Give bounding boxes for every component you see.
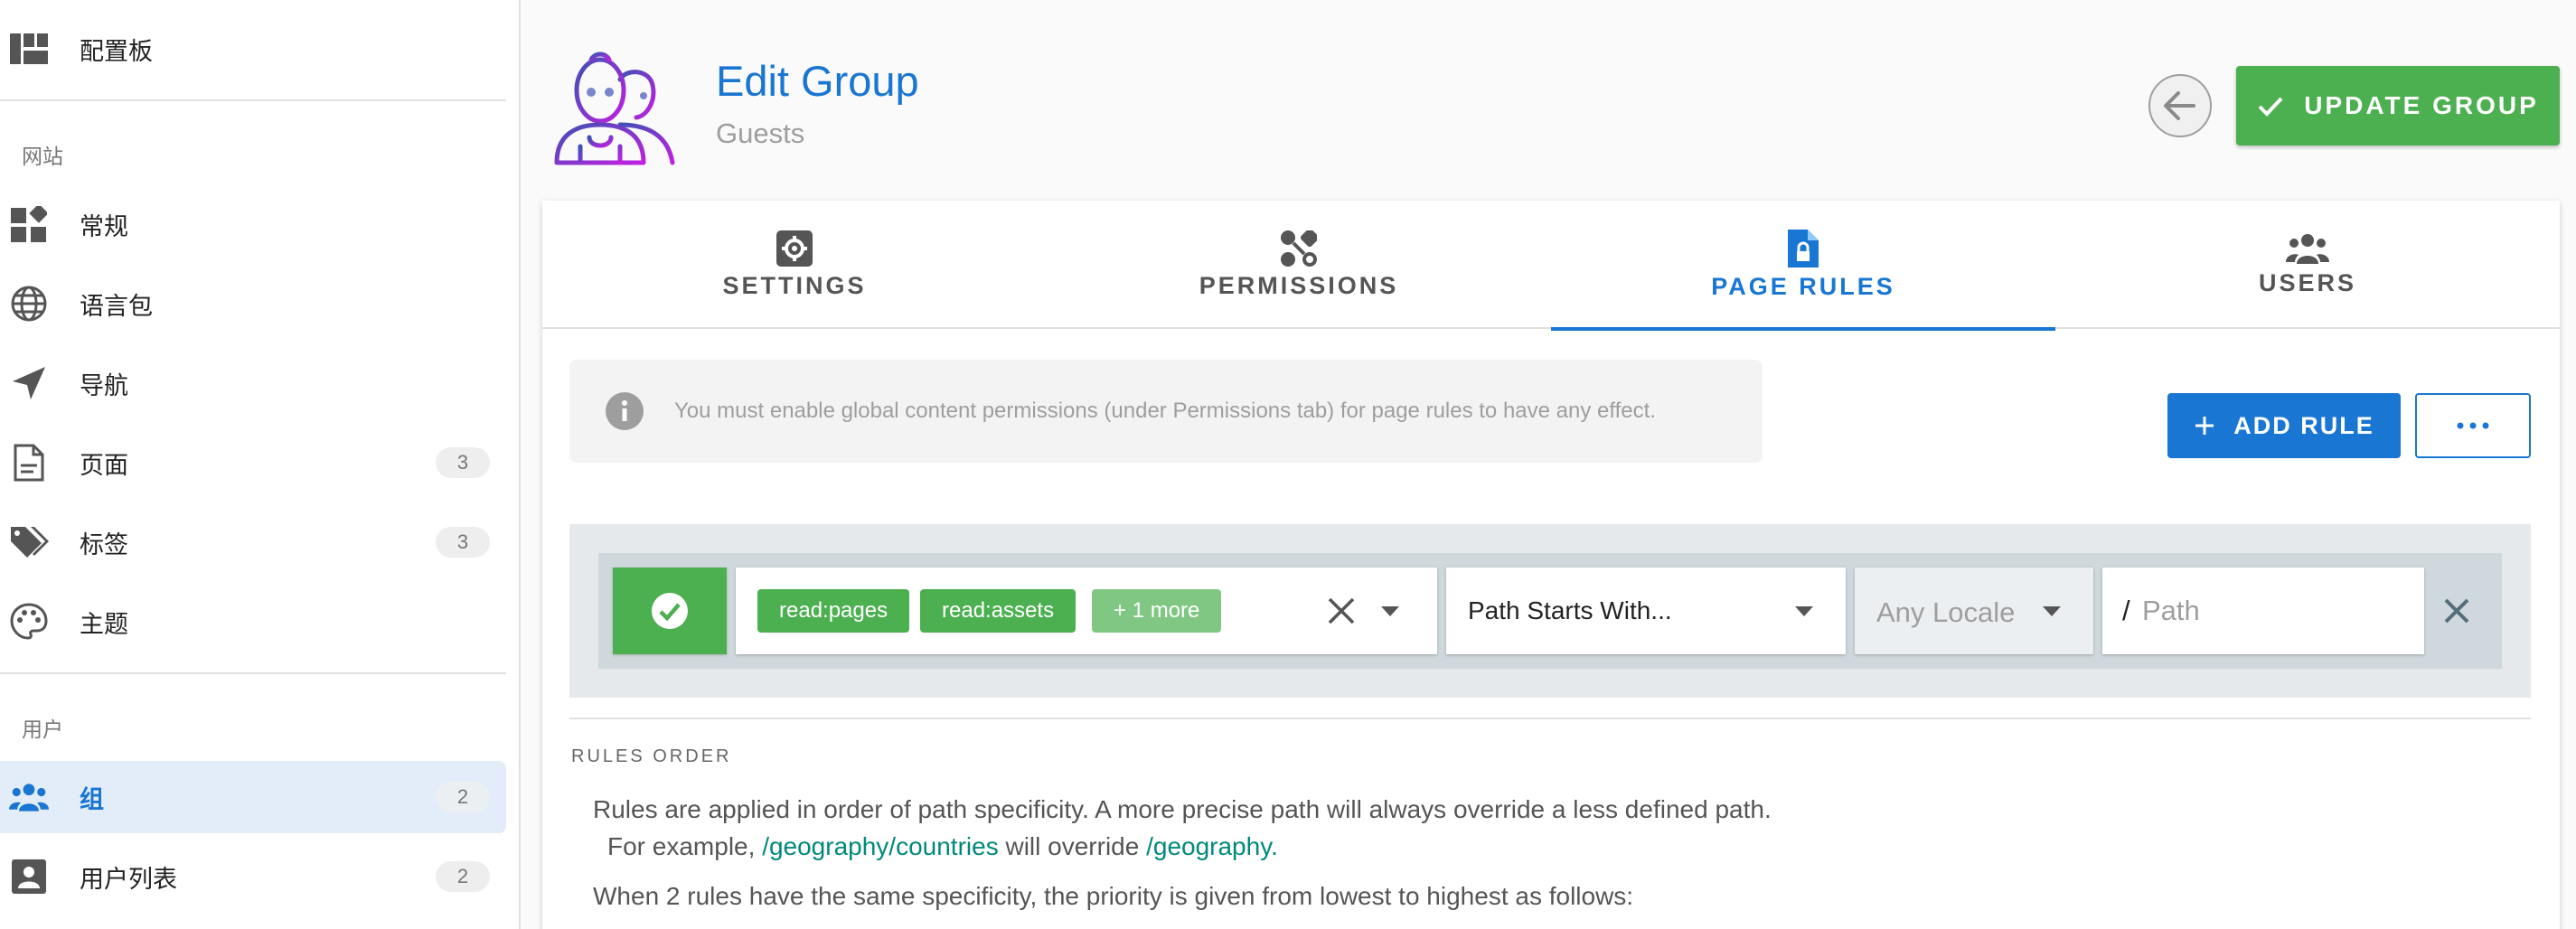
arrow-left-icon [2164,91,2195,120]
tab-page-rules[interactable]: PAGE RULES [1551,201,2055,331]
sidebar-item-label: 配置板 [80,37,153,66]
rule-allow-toggle[interactable] [613,568,727,654]
check-icon [2258,97,2283,117]
match-type-value: Path Starts With... [1468,596,1672,624]
widgets-icon [9,204,49,244]
sidebar-divider [0,672,506,674]
tab-label: SETTINGS [722,271,867,299]
page-title: Edit Group [716,57,919,105]
user-list-icon [9,857,49,896]
count-badge: 3 [436,527,490,558]
sidebar-item-theme[interactable]: 主题 [0,586,506,658]
sidebar-item-dashboard[interactable]: 配置板 [0,13,506,85]
path-field[interactable]: / [2102,568,2424,654]
sidebar-item-label: 导航 [80,371,128,400]
sidebar-item-user-list[interactable]: 用户列表 2 [0,840,506,913]
tab-label: PAGE RULES [1711,272,1895,300]
more-options-button[interactable] [2415,393,2531,458]
add-rule-button[interactable]: ADD RULE [2167,393,2401,458]
rules-order-priority-text: When 2 rules have the same specificity, … [593,882,1634,910]
sidebar-divider [0,99,506,101]
example-prefix: For example, [607,832,756,860]
path-prefix: / [2122,595,2130,626]
group-avatar-icon [553,49,678,166]
edit-group-card: SETTINGS PERMISSIONS PAGE RULES USERS Yo… [542,201,2560,929]
sidebar-item-label: 标签 [80,530,128,559]
sidebar-item-general[interactable]: 常规 [0,188,506,260]
page-subtitle: Guests [716,117,805,149]
page-rule-row: read:pages read:assets + 1 more Path Sta… [598,553,2502,669]
section-header-site: 网站 [22,145,63,169]
tab-label: USERS [2258,268,2357,296]
locale-value: Any Locale [1876,596,2016,628]
tab-bar: SETTINGS PERMISSIONS PAGE RULES USERS [542,201,2560,331]
check-circle-icon [652,593,688,629]
sidebar-item-groups[interactable]: 组 2 [0,761,506,833]
tab-label: PERMISSIONS [1199,271,1399,299]
tags-icon [9,522,49,562]
file-lock-icon [1788,229,1819,267]
globe-icon [9,284,49,324]
sidebar-item-navigation[interactable]: 导航 [0,347,506,419]
permissions-icon [1281,230,1317,267]
plus-icon [2195,417,2214,435]
sidebar-item-label: 页面 [80,451,128,480]
chevron-down-icon [1795,606,1813,616]
sidebar-item-tags[interactable]: 标签 3 [0,506,506,578]
sidebar-item-label: 语言包 [80,292,153,321]
update-group-label: UPDATE GROUP [2304,91,2539,119]
dashboard-icon [9,29,49,69]
count-badge: 2 [436,861,490,892]
rules-order-example: For example, /geography/countries will o… [607,832,1278,861]
rules-order-title: RULES ORDER [571,746,732,766]
rules-order-text: Rules are applied in order of path speci… [593,795,1772,823]
sidebar-item-label: 常规 [80,212,128,241]
permissions-select[interactable]: read:pages read:assets + 1 more [736,568,1437,654]
info-icon [606,392,644,430]
permission-chip: read:pages [757,589,910,633]
navigation-arrow-icon [9,363,49,403]
example-middle: will override [1005,832,1140,860]
document-icon [9,443,49,483]
section-header-users: 用户 [22,718,63,742]
sidebar: 配置板 网站 常规 语言包 导航 页面 3 标签 3 主题 用户 组 2 用户列… [0,0,521,929]
users-icon [2286,233,2329,264]
group-icon [9,777,49,817]
sidebar-item-label: 主题 [80,610,128,639]
tab-permissions[interactable]: PERMISSIONS [1047,201,1551,329]
palette-icon [9,602,49,642]
example-path-link: /geography/countries [762,832,999,860]
settings-icon [776,230,813,267]
clear-icon[interactable] [1327,596,1356,625]
info-alert: You must enable global content permissio… [569,360,1763,463]
add-rule-label: ADD RULE [2233,411,2374,439]
more-permissions-chip: + 1 more [1092,589,1222,633]
locale-select[interactable]: Any Locale [1855,568,2093,654]
alert-text: You must enable global content permissio… [674,399,1656,423]
match-type-select[interactable]: Path Starts With... [1446,568,1846,654]
rules-list: read:pages read:assets + 1 more Path Sta… [569,524,2531,698]
count-badge: 2 [436,782,490,812]
path-input[interactable] [2142,587,2404,634]
tab-users[interactable]: USERS [2055,201,2560,329]
chevron-down-icon[interactable] [1379,602,1401,620]
back-button[interactable] [2148,74,2212,137]
sidebar-item-label: 组 [80,785,104,814]
delete-rule-icon[interactable] [2439,593,2475,629]
sidebar-item-label: 用户列表 [80,865,177,894]
divider [569,718,2531,719]
example-path-link: /geography. [1146,832,1278,860]
chevron-down-icon [2043,606,2061,616]
update-group-button[interactable]: UPDATE GROUP [2236,66,2560,145]
sidebar-item-locale[interactable]: 语言包 [0,267,506,340]
tab-settings[interactable]: SETTINGS [542,201,1047,329]
sidebar-item-pages[interactable]: 页面 3 [0,427,506,499]
count-badge: 3 [436,447,490,478]
more-horizontal-icon [2457,422,2489,429]
permission-chip: read:assets [920,589,1076,633]
